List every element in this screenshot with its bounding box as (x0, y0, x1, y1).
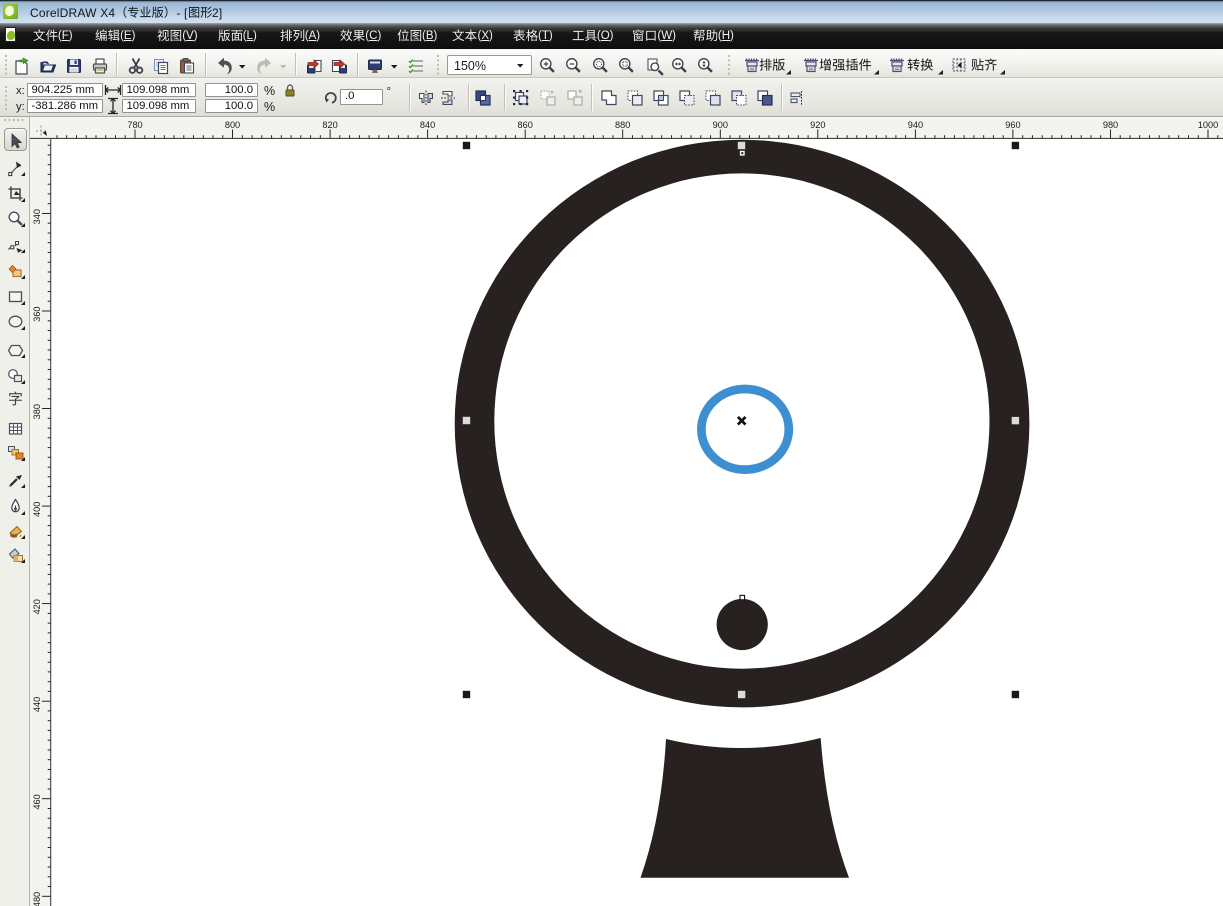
svg-text:820: 820 (322, 120, 337, 130)
svg-text:800: 800 (225, 120, 240, 130)
svg-text:940: 940 (908, 120, 923, 130)
svg-text:340: 340 (32, 209, 42, 224)
svg-text:920: 920 (810, 120, 825, 130)
svg-text:840: 840 (420, 120, 435, 130)
svg-text:860: 860 (518, 120, 533, 130)
svg-text:440: 440 (32, 697, 42, 712)
svg-text:960: 960 (1005, 120, 1020, 130)
svg-text:900: 900 (713, 120, 728, 130)
svg-text:380: 380 (32, 404, 42, 419)
svg-text:780: 780 (127, 120, 142, 130)
svg-text:480: 480 (32, 892, 42, 906)
svg-text:880: 880 (615, 120, 630, 130)
svg-text:400: 400 (32, 502, 42, 517)
svg-text:1000: 1000 (1198, 120, 1218, 130)
svg-text:460: 460 (32, 794, 42, 809)
svg-text:980: 980 (1103, 120, 1118, 130)
svg-text:420: 420 (32, 599, 42, 614)
svg-text:360: 360 (32, 307, 42, 322)
